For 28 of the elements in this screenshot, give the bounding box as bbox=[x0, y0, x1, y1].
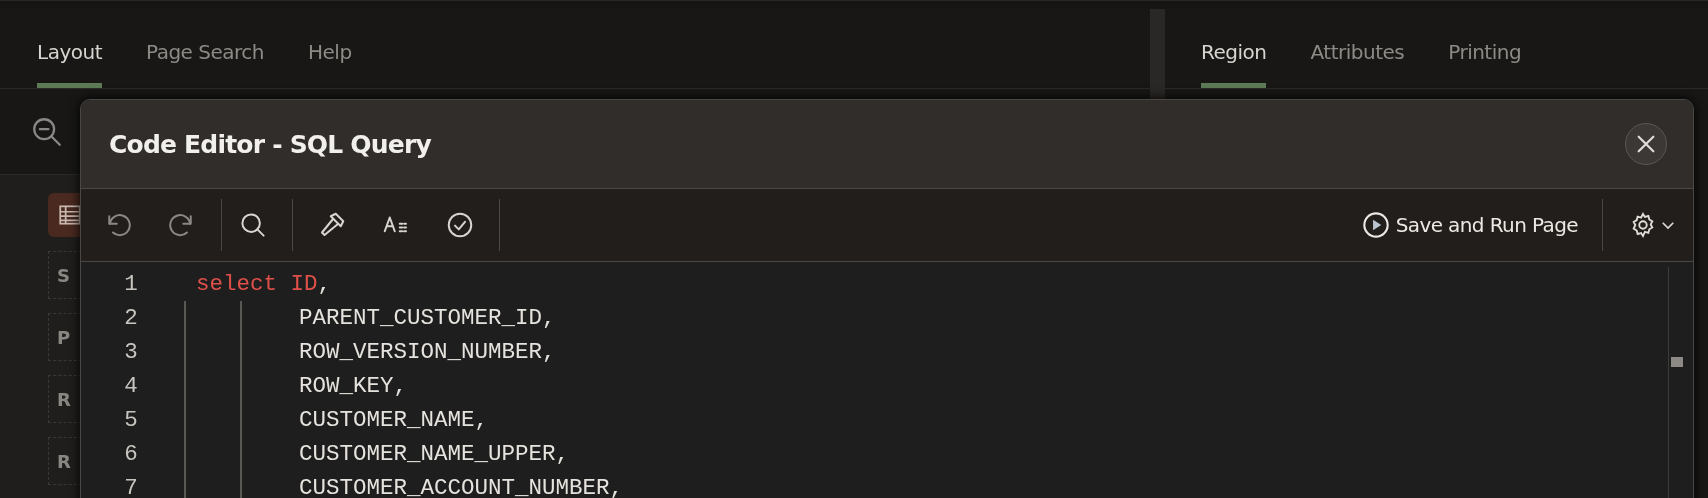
line-number: 2 bbox=[123, 305, 139, 331]
save-and-run-button[interactable]: Save and Run Page bbox=[1361, 199, 1603, 251]
check-circle-icon[interactable] bbox=[445, 210, 475, 240]
tab[interactable]: Attributes bbox=[1310, 9, 1405, 88]
code-text: CUSTOMER_NAME, bbox=[299, 407, 489, 433]
line-number: 7 bbox=[123, 475, 139, 498]
code-keyword: select ID bbox=[196, 271, 318, 297]
tab[interactable]: Printing bbox=[1448, 9, 1522, 88]
tab[interactable]: Page Search bbox=[146, 9, 264, 88]
line-number: 4 bbox=[123, 373, 139, 399]
line-number: 6 bbox=[123, 441, 139, 467]
dialog-title: Code Editor - SQL Query bbox=[109, 129, 431, 159]
tab[interactable]: Help bbox=[308, 9, 352, 88]
play-icon bbox=[1361, 211, 1390, 239]
code-text: ROW_VERSION_NUMBER, bbox=[299, 339, 556, 365]
line-number: 1 bbox=[123, 271, 139, 297]
code-text: CUSTOMER_NAME_UPPER, bbox=[299, 441, 570, 467]
code-text: , bbox=[317, 271, 332, 297]
search-icon[interactable] bbox=[238, 210, 268, 240]
close-button[interactable] bbox=[1625, 123, 1667, 165]
code-text: CUSTOMER_ACCOUNT_NUMBER, bbox=[299, 475, 624, 498]
code-text: PARENT_CUSTOMER_ID, bbox=[299, 305, 556, 331]
tab[interactable]: Region bbox=[1201, 9, 1267, 88]
line-number: 5 bbox=[123, 407, 139, 433]
tab[interactable]: Layout bbox=[37, 9, 102, 88]
code-text: ROW_KEY, bbox=[299, 373, 408, 399]
line-number: 3 bbox=[123, 339, 139, 365]
close-icon bbox=[1635, 133, 1657, 155]
